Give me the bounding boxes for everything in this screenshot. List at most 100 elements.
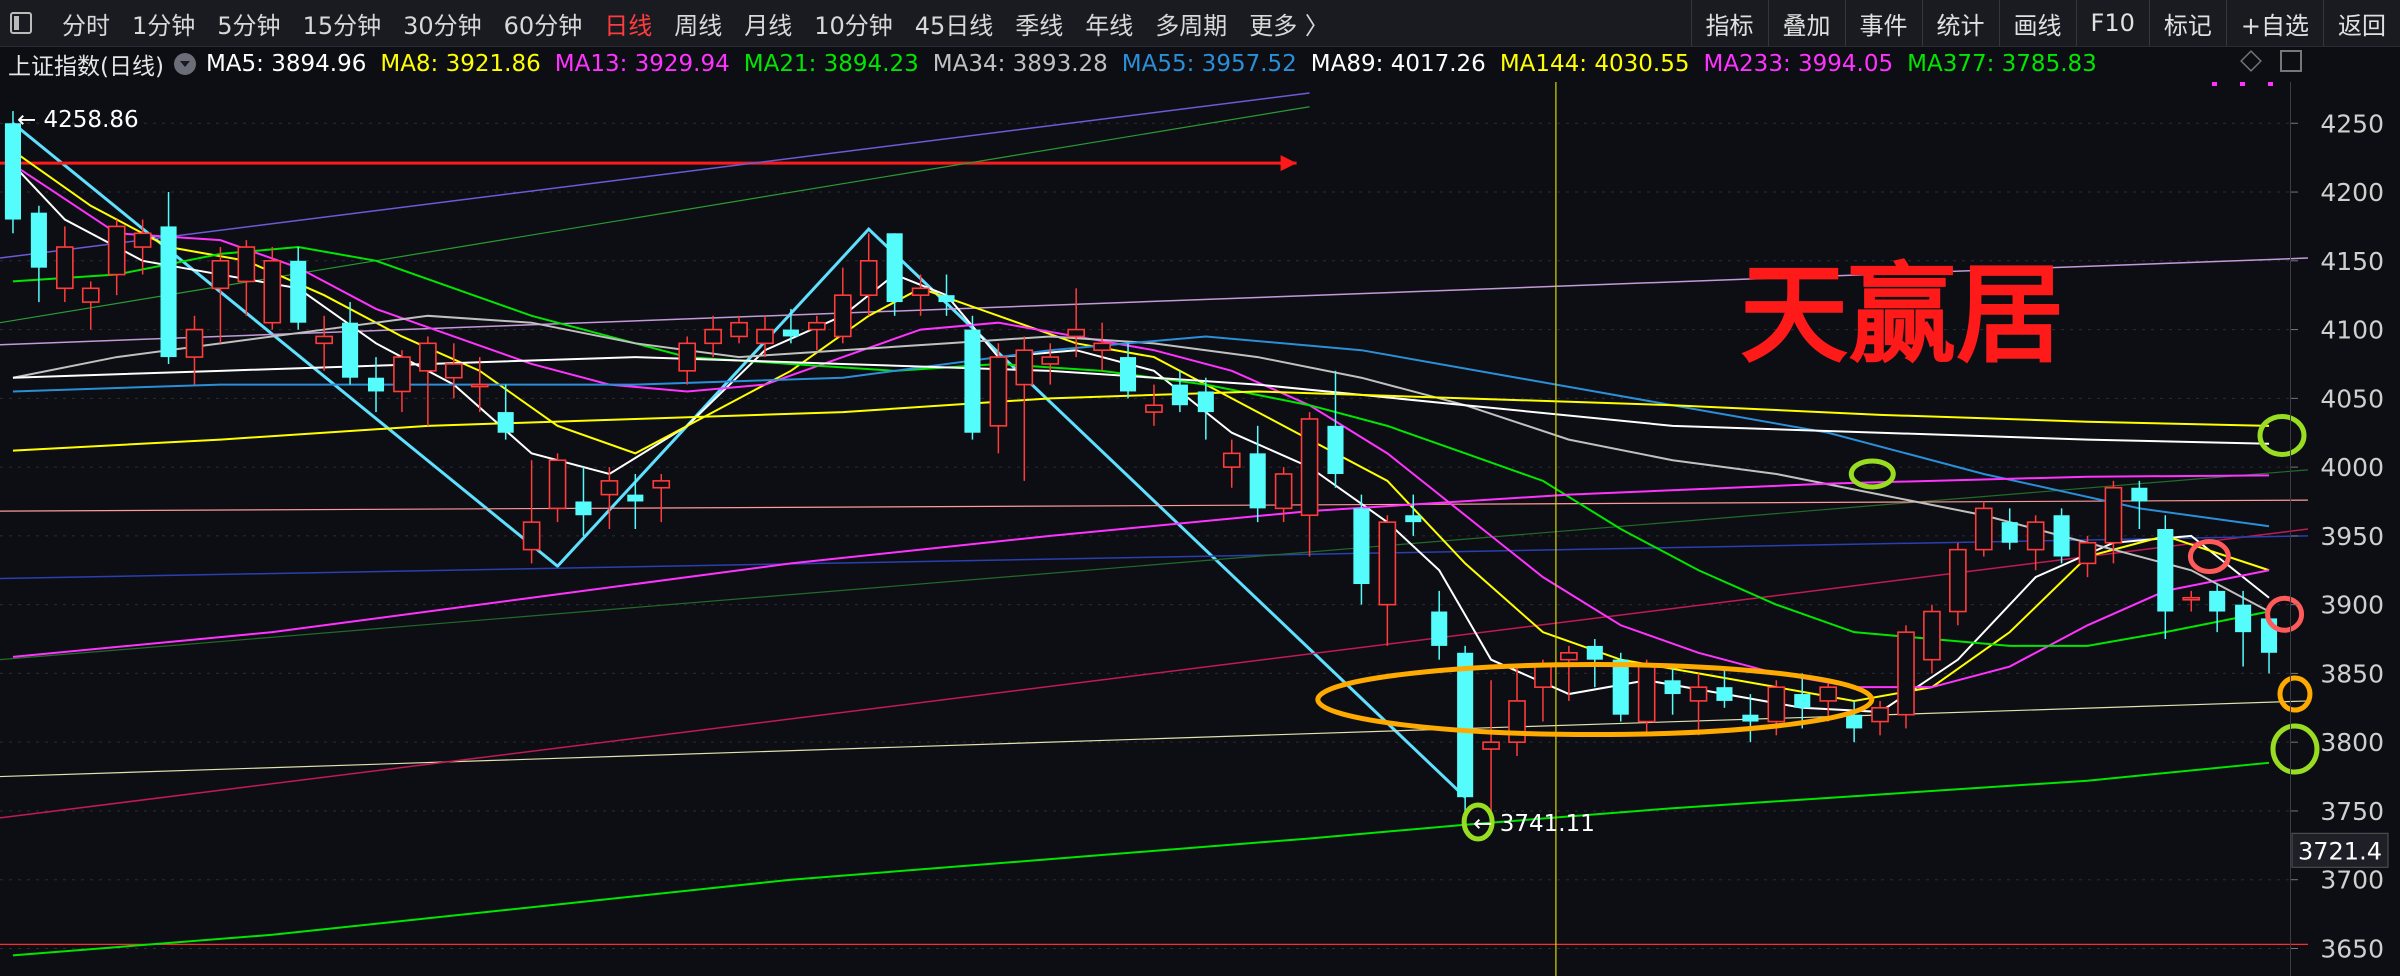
watermark-annotation: 天赢居 xyxy=(1740,253,2064,378)
candle-body xyxy=(1508,700,1526,743)
candle-body xyxy=(652,480,671,489)
period-tab[interactable]: 15分钟 xyxy=(303,6,382,41)
period-tab[interactable]: 周线 xyxy=(674,6,722,41)
highlight-circle xyxy=(2257,413,2307,457)
toolbar-button[interactable]: 返回 xyxy=(2323,0,2400,46)
y-tick-label: 3750 xyxy=(2320,797,2384,826)
chevron-down-icon[interactable] xyxy=(173,53,196,75)
candle-body xyxy=(575,501,592,516)
y-axis-divider xyxy=(2290,82,2291,976)
y-tick-label: 4150 xyxy=(2320,247,2384,276)
trend-line xyxy=(0,92,1310,259)
period-tab[interactable]: 60分钟 xyxy=(504,6,583,41)
candle-body xyxy=(393,356,411,393)
marker-dot xyxy=(2268,82,2273,86)
candle-body xyxy=(678,342,697,372)
marker-dot xyxy=(2240,82,2245,86)
highlight-circle xyxy=(2187,539,2231,575)
y-tick-label: 3900 xyxy=(2320,591,2384,620)
period-tab[interactable]: 30分钟 xyxy=(403,6,482,41)
candle-body xyxy=(1534,665,1552,688)
period-tab[interactable]: 月线 xyxy=(744,6,792,41)
period-tab[interactable]: 分时 xyxy=(62,6,110,41)
period-tab[interactable]: 年线 xyxy=(1085,6,1133,41)
candle-body xyxy=(1378,521,1397,606)
y-tick-label: 4050 xyxy=(2320,384,2384,413)
y-tick-label: 4250 xyxy=(2320,109,2384,138)
period-tab[interactable]: 1分钟 xyxy=(132,6,195,41)
candle-body xyxy=(859,260,878,296)
toolbar: 分时 1分钟 5分钟 15分钟 30分钟 60分钟 日线 周线 月线 10分钟 45日线 季线 年线 多周… xyxy=(0,0,2400,47)
y-tick-label: 4200 xyxy=(2320,178,2384,207)
candle-body xyxy=(1171,384,1188,406)
candle-body xyxy=(1974,507,1993,551)
ma-legend-item: MA89: 4017.26 xyxy=(1310,51,1486,77)
candle-body xyxy=(2104,486,2123,544)
candle-body xyxy=(1457,652,1474,798)
toolbar-button[interactable]: 叠加 xyxy=(1767,0,1845,46)
candle-body xyxy=(2131,487,2148,502)
candle-body xyxy=(211,260,230,290)
candle-body xyxy=(1586,645,1603,660)
candle-body xyxy=(1353,508,1370,585)
candle-body xyxy=(419,342,437,372)
toolbar-button[interactable]: 指标 xyxy=(1690,0,1768,46)
ma-legend-item: MA5: 3894.96 xyxy=(205,51,367,77)
period-tab[interactable]: 45日线 xyxy=(915,6,994,41)
toolbar-button[interactable]: 统计 xyxy=(1921,0,1999,46)
candle-body xyxy=(367,377,385,392)
period-tab[interactable]: 5分钟 xyxy=(217,6,280,41)
candle-body xyxy=(600,480,619,496)
candle-body xyxy=(1015,349,1034,386)
diamond-icon[interactable] xyxy=(2240,50,2262,72)
y-tick-label: 3800 xyxy=(2320,728,2384,757)
legend-tools xyxy=(2240,50,2302,72)
toolbar-button[interactable]: +自选 xyxy=(2225,0,2323,46)
highlight-circle xyxy=(2277,675,2313,713)
candle-body xyxy=(2182,596,2201,601)
toolbar-button[interactable]: 标记 xyxy=(2148,0,2226,46)
candlestick-chart[interactable]: 4250 4200 4150 4100 4050 4000 3950 3900 3850 3800… xyxy=(0,82,2400,976)
toolbar-button[interactable]: 画线 xyxy=(1998,0,2076,46)
candle-body xyxy=(1327,425,1344,474)
low-price-label: ← 3741.11 xyxy=(1473,811,1595,837)
highlight-circle xyxy=(2270,723,2320,775)
period-tab[interactable]: 10分钟 xyxy=(814,6,893,41)
candle-body xyxy=(1897,631,1915,716)
candle-body xyxy=(1067,328,1086,338)
toolbar-button[interactable]: 事件 xyxy=(1844,0,1922,46)
candle-body xyxy=(290,260,307,323)
candle-body xyxy=(1819,686,1838,702)
candle-body xyxy=(886,233,903,303)
candle-body xyxy=(160,226,177,358)
candle-body xyxy=(964,329,981,433)
candle-body xyxy=(833,294,852,338)
candle-body xyxy=(2053,515,2070,557)
candle-body xyxy=(1249,453,1266,509)
candle-body xyxy=(1664,680,1681,695)
period-tab[interactable]: 季线 xyxy=(1015,6,1063,41)
candle-body xyxy=(704,328,722,345)
period-tab[interactable]: 多周期 xyxy=(1155,6,1227,41)
ma-line-ma13 xyxy=(12,163,2270,689)
candle-body xyxy=(1197,391,1214,413)
collapse-panel-icon[interactable] xyxy=(10,12,32,34)
toolbar-button[interactable]: F10 xyxy=(2075,0,2149,46)
candle-body xyxy=(107,225,126,276)
period-tab[interactable]: 日线 xyxy=(604,6,652,41)
candle-body xyxy=(1405,515,1422,523)
y-tick-label: 3950 xyxy=(2320,522,2384,551)
candle-body xyxy=(263,260,282,324)
candle-body xyxy=(911,287,930,296)
candle-body xyxy=(1119,357,1137,392)
candle-body xyxy=(1767,686,1786,723)
period-tab[interactable]: 更多 〉 xyxy=(1249,6,1329,41)
candle-body xyxy=(1794,694,1811,708)
ma-legend-item: MA34: 3893.28 xyxy=(932,51,1108,77)
candle-body xyxy=(989,356,1008,427)
panel-toggle-icon[interactable] xyxy=(2280,50,2302,72)
trend-arrowhead xyxy=(1280,155,1297,172)
candle-body xyxy=(4,123,22,220)
candle-body xyxy=(237,246,256,283)
candle-body xyxy=(1871,706,1889,723)
